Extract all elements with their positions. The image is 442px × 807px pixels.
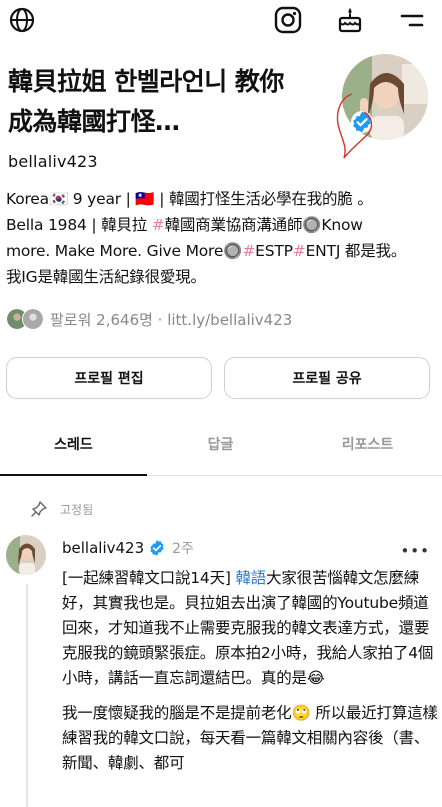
post-avatar[interactable]	[6, 535, 46, 575]
globe-icon[interactable]	[6, 4, 38, 36]
follower-avatar	[22, 308, 44, 330]
active-tab-indicator	[0, 474, 147, 476]
profile-name-line1: 韓貝拉姐 한벨라언니 教你	[8, 67, 284, 96]
hashtag[interactable]: #	[293, 242, 306, 260]
top-bar	[0, 0, 442, 40]
more-options-icon[interactable]: •••	[400, 542, 430, 560]
post-username[interactable]: bellaliv423	[62, 539, 144, 557]
pin-icon	[31, 501, 47, 517]
hashtag[interactable]: #	[242, 242, 255, 260]
profile-username: bellaliv423	[8, 152, 98, 171]
bio-line: Korea🇰🇷 9 year | 🇹🇼 | 韓國打怪生活必學在我的脆 。	[6, 190, 373, 208]
profile-tabs: 스레드 답글 리포스트	[0, 420, 442, 476]
tab-threads[interactable]: 스레드	[0, 434, 147, 454]
red-scribble-annotation	[336, 93, 373, 159]
post-header: bellaliv423 2주 •••	[62, 538, 432, 560]
thread-line	[26, 584, 28, 807]
bio-line: more. Make More. Give More🔘#ESTP#ENTJ 都是…	[6, 242, 407, 260]
pinned-label: 고정됨	[30, 500, 93, 518]
bio-line: Bella 1984 | 韓貝拉 #韓國商業協商溝通師🔘Know	[6, 216, 363, 234]
post-timestamp: 2주	[172, 541, 194, 557]
topic-link[interactable]: 韓語	[235, 569, 266, 587]
followers-row[interactable]: 팔로워 2,646명 · litt.ly/bellaliv423	[6, 306, 292, 332]
profile-name-line2: 成為韓國打怪…	[8, 107, 180, 136]
tab-reposts[interactable]: 리포스트	[294, 434, 441, 454]
post-paragraph: 我一度懷疑我的腦是不是提前老化🙄 所以最近打算這樣練習我的韓文口說，每天看一篇韓…	[62, 704, 438, 772]
instagram-icon[interactable]	[272, 4, 304, 36]
profile-name: 韓貝拉姐 한벨라언니 教你 成為韓國打怪…	[8, 62, 338, 142]
bio-line: 我IG是韓國生活紀錄很愛現。	[6, 268, 206, 286]
menu-icon[interactable]	[396, 4, 428, 36]
followers-count-link[interactable]: 팔로워 2,646명 · litt.ly/bellaliv423	[50, 309, 292, 330]
tab-replies[interactable]: 답글	[147, 434, 294, 454]
profile-bio: Korea🇰🇷 9 year | 🇹🇼 | 韓國打怪生活必學在我的脆 。 Bel…	[6, 186, 436, 290]
cake-icon[interactable]	[334, 4, 366, 36]
hashtag[interactable]: #	[152, 216, 165, 234]
post-paragraph: [一起練習韓文口說14天] 韓語大家很苦惱韓文怎麼練好，其實我也是。貝拉姐去出演…	[62, 569, 434, 687]
edit-profile-button[interactable]: 프로필 편집	[6, 357, 212, 399]
verified-badge-icon	[150, 540, 164, 556]
share-profile-button[interactable]: 프로필 공유	[224, 357, 430, 399]
post-body[interactable]: [一起練習韓文口說14天] 韓語大家很苦惱韓文怎麼練好，其實我也是。貝拉姐去出演…	[62, 566, 440, 786]
